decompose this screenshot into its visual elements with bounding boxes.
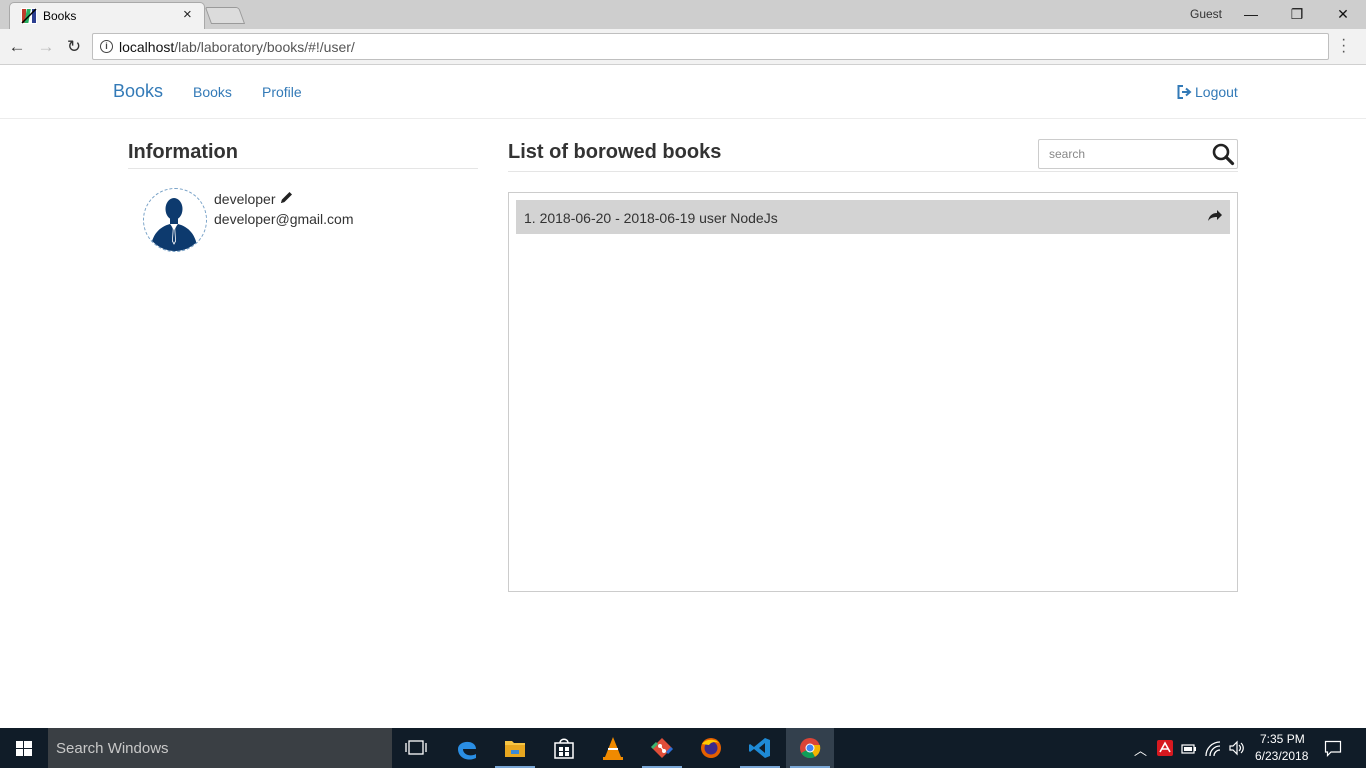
address-bar[interactable]: i localhost/lab/laboratory/books/#!/user… (92, 33, 1329, 60)
navbar-brand[interactable]: Books (113, 81, 163, 102)
list-item-text: 1. 2018-06-20 - 2018-06-19 user NodeJs (524, 210, 778, 226)
browser-tab[interactable]: Books × (9, 2, 205, 29)
url-path: /lab/laboratory/books/#!/user/ (174, 39, 355, 55)
nav-link-profile[interactable]: Profile (262, 84, 302, 100)
file-explorer-icon[interactable] (491, 728, 539, 768)
forward-button[interactable]: → (35, 36, 57, 58)
windows-taskbar: Search Windows ︿ 7:35 PM 6/23/2018 (0, 728, 1366, 768)
volume-icon[interactable] (1228, 740, 1246, 756)
notifications-icon[interactable] (1324, 740, 1342, 757)
wifi-icon[interactable] (1204, 740, 1222, 756)
taskbar-search[interactable]: Search Windows (48, 728, 392, 768)
search-box (1038, 139, 1238, 169)
tab-title: Books (43, 9, 77, 23)
logout-label: Logout (1195, 84, 1238, 100)
clock-date[interactable]: 6/23/2018 (1255, 749, 1308, 763)
logout-link[interactable]: Logout (1177, 84, 1238, 100)
borrowed-books-list: 1. 2018-06-20 - 2018-06-19 user NodeJs (508, 192, 1238, 592)
taskbar-search-placeholder: Search Windows (56, 740, 169, 757)
close-tab-icon[interactable]: × (183, 6, 192, 23)
share-arrow-icon[interactable] (1207, 209, 1223, 223)
browser-menu-icon[interactable]: · · · (1341, 32, 1346, 60)
information-heading: Information (128, 141, 478, 169)
url-host: localhost (119, 39, 175, 55)
search-icon[interactable] (1211, 142, 1235, 166)
edge-icon[interactable] (443, 728, 491, 768)
app-navbar: Books Books Profile Logout (0, 66, 1366, 119)
clock-time[interactable]: 7:35 PM (1260, 732, 1305, 746)
logout-icon (1177, 85, 1192, 99)
chrome-icon[interactable] (786, 728, 834, 768)
git-icon[interactable] (638, 728, 686, 768)
search-input[interactable] (1040, 141, 1208, 167)
list-item[interactable]: 1. 2018-06-20 - 2018-06-19 user NodeJs (516, 200, 1230, 234)
reload-button[interactable]: ↻ (63, 36, 85, 58)
user-email: developer@gmail.com (214, 211, 354, 227)
profile-label[interactable]: Guest (1190, 7, 1222, 21)
vlc-icon[interactable] (589, 728, 637, 768)
window-close-button[interactable]: ✕ (1320, 0, 1366, 29)
show-hidden-icons[interactable]: ︿ (1134, 740, 1147, 759)
user-avatar (143, 188, 207, 252)
nav-link-books[interactable]: Books (193, 84, 232, 100)
start-button[interactable] (0, 728, 48, 768)
browser-tab-strip: Books × Guest — ❐ ✕ (0, 0, 1366, 29)
minimize-button[interactable]: — (1228, 0, 1274, 29)
user-silhouette-icon (150, 198, 198, 251)
site-favicon-icon (21, 8, 37, 24)
antivirus-tray-icon[interactable] (1157, 740, 1173, 756)
username: developer (214, 191, 276, 207)
battery-icon[interactable] (1181, 741, 1197, 755)
windows-logo-icon (16, 741, 32, 756)
maximize-button[interactable]: ❐ (1274, 0, 1320, 29)
url-text: localhost/lab/laboratory/books/#!/user/ (119, 39, 355, 55)
store-icon[interactable] (540, 728, 588, 768)
back-button[interactable]: ← (6, 36, 28, 58)
info-icon[interactable]: i (100, 40, 113, 53)
firefox-icon[interactable] (687, 728, 735, 768)
vscode-icon[interactable] (736, 728, 784, 768)
task-view-icon[interactable] (392, 728, 440, 768)
new-tab-button[interactable] (204, 7, 246, 24)
browser-toolbar: ← → ↻ i localhost/lab/laboratory/books/#… (0, 29, 1366, 65)
pencil-icon[interactable] (279, 190, 294, 205)
